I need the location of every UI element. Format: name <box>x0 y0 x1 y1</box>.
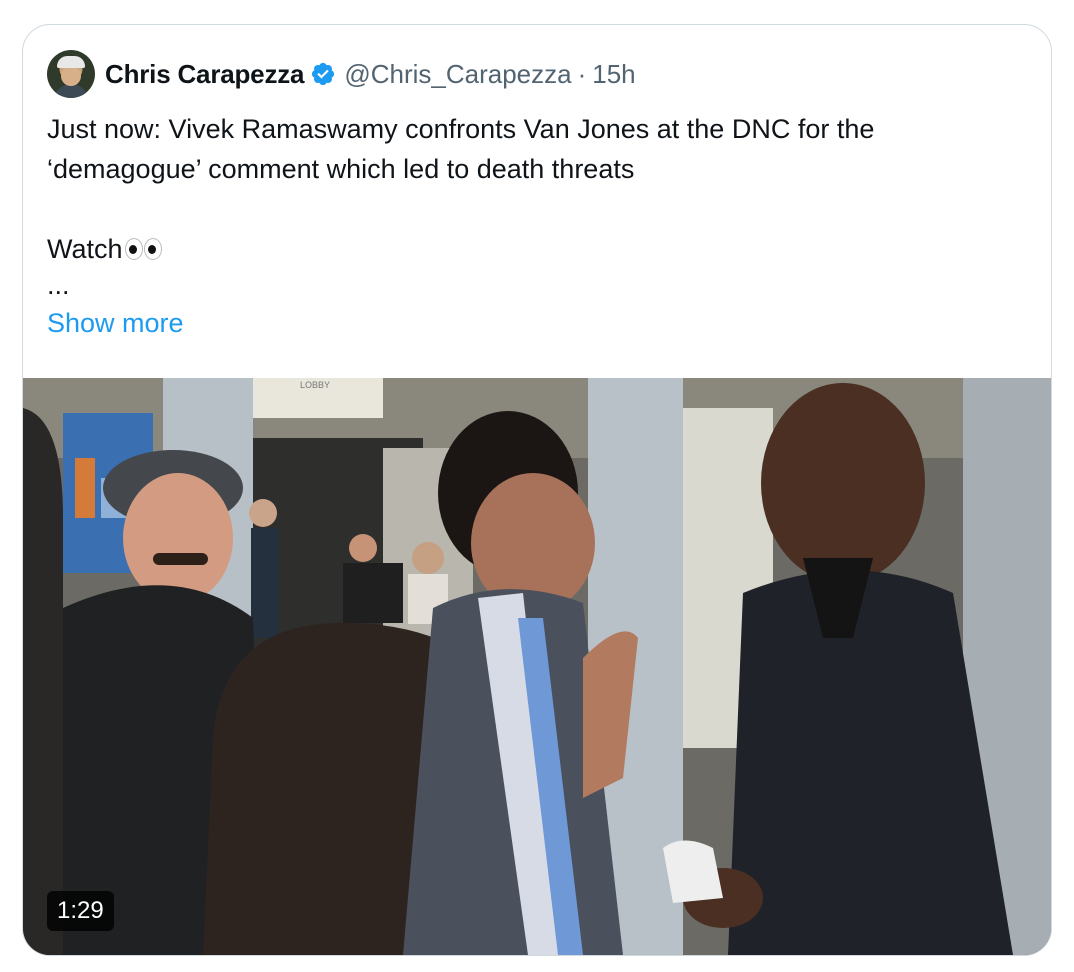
video-duration-badge: 1:29 <box>47 891 114 931</box>
separator-dot: · <box>577 58 587 89</box>
video-player[interactable]: LOBBY 1:29 <box>23 378 1051 955</box>
show-more-link[interactable]: Show more <box>47 308 184 339</box>
author-name[interactable]: Chris Carapezza <box>105 59 305 90</box>
watch-text: Watch <box>47 234 123 264</box>
watch-line: Watch <box>47 229 1027 271</box>
video-frame: LOBBY <box>23 378 1051 955</box>
ellipsis: ... <box>47 269 70 300</box>
tweet-text: Just now: Vivek Ramaswamy confronts Van … <box>47 109 1027 300</box>
author-handle[interactable]: @Chris_Carapezza <box>344 59 571 90</box>
tweet-text-line: ‘demagogue’ comment which led to death t… <box>47 154 635 184</box>
avatar[interactable] <box>47 50 95 98</box>
tweet-header: Chris Carapezza @Chris_Carapezza · 15h <box>47 50 636 98</box>
timestamp[interactable]: 15h <box>592 59 635 90</box>
verified-badge-icon <box>312 62 335 86</box>
eyes-emoji-icon <box>124 231 163 271</box>
tweet-card[interactable]: Chris Carapezza @Chris_Carapezza · 15h J… <box>22 24 1052 956</box>
sign-text: LOBBY <box>300 380 330 390</box>
tweet-text-line: Just now: Vivek Ramaswamy confronts Van … <box>47 114 875 144</box>
